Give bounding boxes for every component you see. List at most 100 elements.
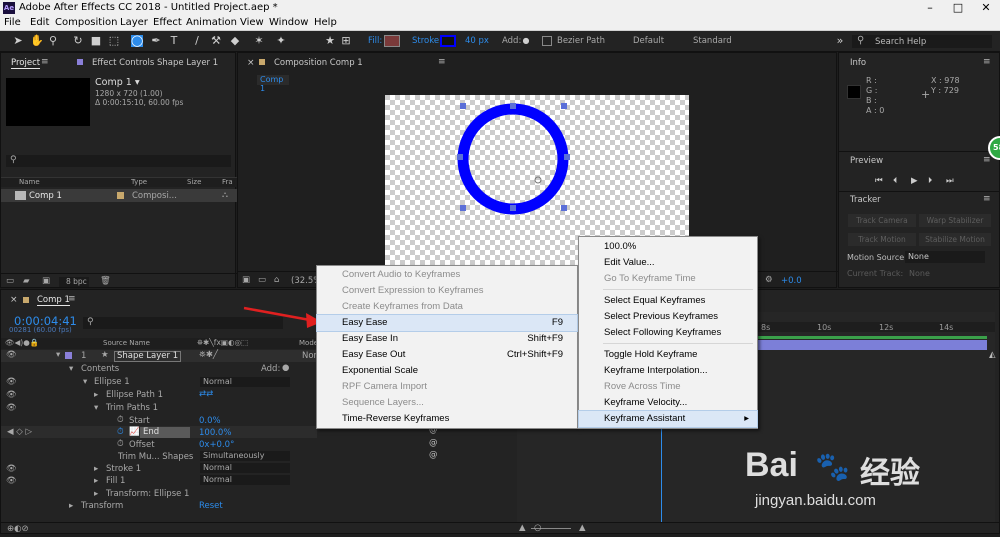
trim-multiple-select[interactable]: Simultaneously <box>200 451 290 461</box>
offset-value[interactable]: 0x+0.0° <box>199 440 234 450</box>
menu-time-reverse[interactable]: Time-Reverse Keyframes <box>317 411 577 427</box>
col-frame[interactable]: Fra <box>222 178 233 186</box>
menu-toggle-hold[interactable]: Toggle Hold Keyframe <box>579 347 757 363</box>
menu-create-keyframes-data[interactable]: Create Keyframes from Data <box>317 299 577 315</box>
menu-file[interactable]: File <box>4 17 21 28</box>
layer-duration-bar[interactable] <box>757 340 987 350</box>
end-value[interactable]: 100.0% <box>199 428 231 438</box>
star-snapping-icon[interactable]: ★ <box>324 35 336 47</box>
expand-ellipse-path-icon[interactable]: ▸ <box>94 390 98 400</box>
play-icon[interactable]: ▶ <box>911 176 918 186</box>
project-row-comp1[interactable]: Comp 1 Composi... ⛬ <box>1 189 237 202</box>
minimize-button[interactable]: – <box>916 0 944 16</box>
expand-fill-icon[interactable]: ▸ <box>94 476 98 486</box>
add-icon[interactable]: ● <box>282 363 289 373</box>
menu-animation[interactable]: Animation <box>186 17 237 28</box>
close-tab-icon[interactable]: × <box>247 58 255 68</box>
snapshot-icon[interactable]: ⌂ <box>274 275 279 285</box>
stroke-blend-select[interactable]: Normal <box>200 463 290 473</box>
project-search-input[interactable]: ⚲ <box>6 155 231 167</box>
menu-keyframe-velocity[interactable]: Keyframe Velocity... <box>579 395 757 411</box>
preview-title[interactable]: Preview <box>850 156 883 166</box>
eye-icon[interactable]: 👁 <box>6 377 17 387</box>
roto-brush-tool-icon[interactable]: ✶ <box>253 35 265 47</box>
close-button[interactable]: ✕ <box>972 0 1000 16</box>
menu-convert-expression[interactable]: Convert Expression to Keyframes <box>317 283 577 299</box>
ellipse-tool-icon[interactable]: ◯ <box>131 35 143 47</box>
layer-switches-icon[interactable]: ⛯✱╱ <box>199 350 218 360</box>
toggle-switches-icon[interactable]: ⊕◐⊘ <box>7 524 29 534</box>
camera-tool-icon[interactable]: ■ <box>90 35 102 47</box>
comp-name[interactable]: Comp 1 ▾ <box>95 77 140 88</box>
track-motion-button[interactable]: Track Motion <box>848 233 916 246</box>
menu-easy-ease-in[interactable]: Easy Ease In Shift+F9 <box>317 331 577 347</box>
eye-icon[interactable]: 👁 <box>6 476 17 486</box>
menu-composition[interactable]: Composition <box>55 17 117 28</box>
menu-convert-audio[interactable]: Convert Audio to Keyframes <box>317 267 577 283</box>
menu-keyframe-assistant[interactable]: Keyframe Assistant ▸ <box>578 410 758 428</box>
add-dropdown-icon[interactable]: ● <box>520 35 532 47</box>
menu-go-to-keyframe[interactable]: Go To Keyframe Time <box>579 271 757 287</box>
start-value[interactable]: 0.0% <box>199 416 221 426</box>
expand-ellipse-icon[interactable]: ▾ <box>83 377 87 387</box>
last-frame-icon[interactable]: ⏭ <box>946 176 954 186</box>
path-direction-icon[interactable]: ⇄⇄ <box>199 389 213 399</box>
interpret-footage-icon[interactable]: ▭ <box>6 276 14 286</box>
info-menu-icon[interactable]: ≡ <box>983 57 991 67</box>
menu-effect[interactable]: Effect <box>153 17 182 28</box>
clone-stamp-tool-icon[interactable]: ⚒ <box>210 35 222 47</box>
col-size[interactable]: Size <box>187 178 201 186</box>
menu-sequence-layers[interactable]: Sequence Layers... <box>317 395 577 411</box>
layer-label-color[interactable] <box>65 352 72 359</box>
eraser-tool-icon[interactable]: ◆ <box>229 35 241 47</box>
stopwatch-icon[interactable]: ⏱ <box>117 415 124 425</box>
zoom-in-icon[interactable]: ▲ <box>579 523 586 533</box>
menu-keyframe-interpolation[interactable]: Keyframe Interpolation... <box>579 363 757 379</box>
workspace-more-icon[interactable]: » <box>834 35 846 47</box>
menu-select-previous[interactable]: Select Previous Keyframes <box>579 309 757 325</box>
first-frame-icon[interactable]: ⏮ <box>875 176 883 186</box>
workspace-default[interactable]: Default <box>633 36 664 46</box>
layer-name[interactable]: Shape Layer 1 <box>114 351 182 362</box>
monitor-icon[interactable]: ▭ <box>258 275 266 285</box>
menu-help[interactable]: Help <box>314 17 337 28</box>
menu-edit-value[interactable]: Edit Value... <box>579 255 757 271</box>
menu-exponential-scale[interactable]: Exponential Scale <box>317 363 577 379</box>
composition-marker-icon[interactable]: ◭ <box>989 350 996 360</box>
exposure-value[interactable]: +0.0 <box>781 276 802 286</box>
bpc-button[interactable]: 8 bpc <box>59 277 89 287</box>
new-folder-icon[interactable]: ▰ <box>23 276 30 286</box>
menu-rpf-camera[interactable]: RPF Camera Import <box>317 379 577 395</box>
comp-menu-icon[interactable]: ≡ <box>438 57 446 67</box>
expand-layer-icon[interactable]: ▾ <box>56 350 60 360</box>
col-type[interactable]: Type <box>131 178 147 186</box>
menu-window[interactable]: Window <box>269 17 308 28</box>
tracker-title[interactable]: Tracker <box>850 195 881 205</box>
stroke-swatch[interactable] <box>440 35 456 47</box>
comp-subtab[interactable]: Comp 1 <box>257 75 289 93</box>
expression-icon[interactable]: @ <box>429 450 438 460</box>
eye-icon[interactable]: 👁 <box>6 350 17 360</box>
expand-contents-icon[interactable]: ▾ <box>69 364 73 374</box>
menu-easy-ease-out[interactable]: Easy Ease Out Ctrl+Shift+F9 <box>317 347 577 363</box>
selection-tool-icon[interactable]: ➤ <box>12 35 24 47</box>
pen-tool-icon[interactable]: ✒ <box>150 35 162 47</box>
warp-stabilizer-button[interactable]: Warp Stabilizer <box>919 214 991 227</box>
zoom-tool-icon[interactable]: ⚲ <box>47 35 59 47</box>
tab-composition[interactable]: Composition Comp 1 <box>274 58 363 68</box>
search-box[interactable]: ⚲ Search Help <box>852 35 992 48</box>
timeline-menu-icon[interactable]: ≡ <box>68 294 76 304</box>
close-timeline-icon[interactable]: × <box>10 295 18 305</box>
layer-mode[interactable]: Nor <box>302 351 317 361</box>
stroke-width-value[interactable]: 40 px <box>465 36 489 46</box>
eye-icon[interactable]: 👁 <box>6 390 17 400</box>
tracker-menu-icon[interactable]: ≡ <box>983 194 991 204</box>
menu-select-following[interactable]: Select Following Keyframes <box>579 325 757 341</box>
menu-easy-ease[interactable]: Easy Ease F9 <box>316 314 578 332</box>
fill-swatch[interactable] <box>384 35 400 47</box>
menu-layer[interactable]: Layer <box>120 17 148 28</box>
keyframe-nav-icon[interactable]: ◀ ◇ ▷ <box>7 427 32 437</box>
pan-behind-tool-icon[interactable]: ⬚ <box>108 35 120 47</box>
preview-options-icon[interactable]: ▣ <box>242 275 250 285</box>
eye-icon[interactable]: 👁 <box>6 464 17 474</box>
